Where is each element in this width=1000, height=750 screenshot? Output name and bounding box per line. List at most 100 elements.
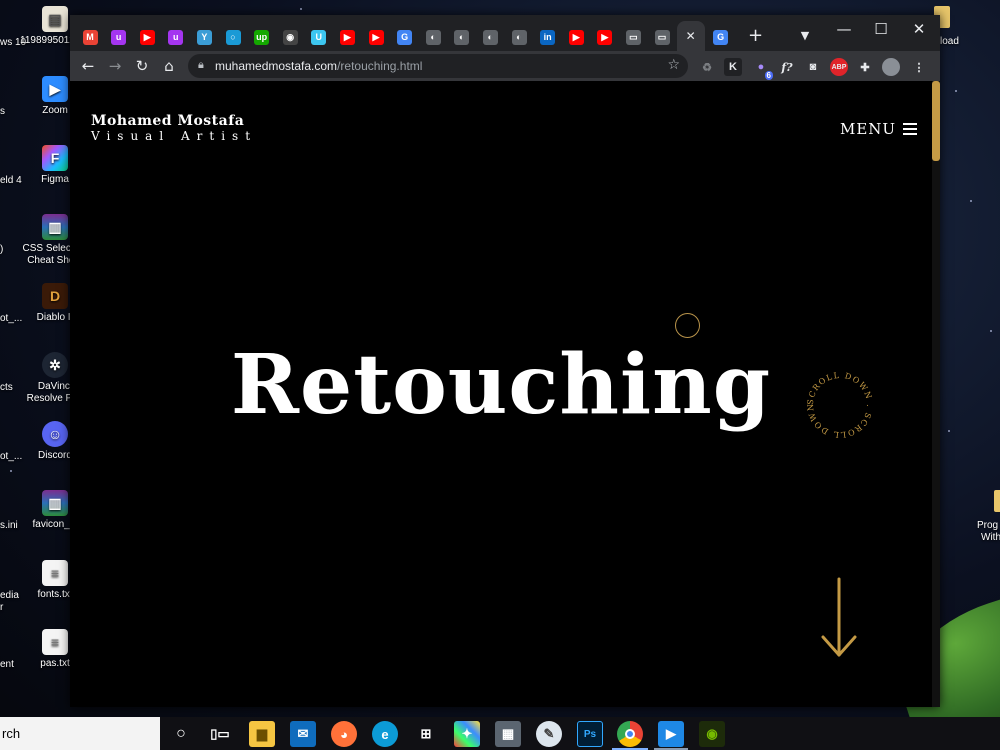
davinci-icon: ✲ bbox=[42, 352, 68, 378]
figma-icon: F bbox=[42, 145, 68, 171]
browser-toolbar: ← → ↻ ⌂ 🔒︎ muhamedmostafa.com/retouching… bbox=[70, 51, 940, 81]
bookmark-star-icon[interactable]: ☆ bbox=[667, 57, 680, 73]
extension-badge-count: 6 bbox=[764, 71, 773, 80]
reload-button[interactable]: ↻ bbox=[131, 55, 153, 77]
desktop-partial-folder-icon[interactable] bbox=[994, 490, 1000, 512]
extension-function-icon[interactable]: f? bbox=[778, 58, 796, 76]
globe-icon: ◐ bbox=[511, 29, 527, 45]
chrome-icon[interactable] bbox=[617, 721, 643, 747]
paint-icon[interactable]: ✎ bbox=[536, 721, 562, 747]
scroll-down-badge[interactable]: SCROLL DOWN . SCROLL DOWN . bbox=[802, 367, 878, 443]
extension-k-icon[interactable]: K bbox=[724, 58, 742, 76]
zoom-icon: ▶ bbox=[42, 76, 68, 102]
file-explorer-icon[interactable]: ▆ bbox=[249, 721, 275, 747]
page-scrollbar[interactable] bbox=[932, 81, 940, 707]
browser-tab[interactable]: ◐ bbox=[448, 25, 476, 49]
cortana-icon[interactable]: ○ bbox=[168, 721, 194, 747]
bookmark-icon: Y bbox=[196, 29, 212, 45]
site-logo-tagline: Visual Artist bbox=[91, 129, 258, 143]
diablo-icon: D bbox=[42, 283, 68, 309]
browser-tab[interactable]: ○ bbox=[219, 25, 247, 49]
extension-camera-icon[interactable]: ◙ bbox=[804, 58, 822, 76]
desktop-partial-label: s.ini bbox=[0, 520, 18, 531]
google-icon: G bbox=[397, 29, 413, 45]
svg-text:SCROLL DOWN . SCROLL DOWN .: SCROLL DOWN . SCROLL DOWN . bbox=[802, 367, 874, 439]
browser-tab[interactable]: M bbox=[76, 25, 104, 49]
browser-tab[interactable]: U bbox=[305, 25, 333, 49]
gmail-icon: M bbox=[82, 29, 98, 45]
adblock-icon[interactable]: ABP bbox=[830, 58, 848, 76]
globe-icon: ◐ bbox=[482, 29, 498, 45]
desktop-partial-label: edia bbox=[0, 590, 19, 601]
browser-tab[interactable]: ▶ bbox=[562, 25, 590, 49]
close-window-button[interactable]: ✕ bbox=[900, 15, 938, 43]
desktop-partial-label: Prog bbox=[977, 520, 999, 531]
youtube-icon: ▶ bbox=[339, 29, 355, 45]
scroll-badge-text: SCROLL DOWN . SCROLL DOWN . bbox=[802, 367, 873, 439]
mail-icon[interactable]: ✉ bbox=[290, 721, 316, 747]
browser-tab[interactable]: ▭ bbox=[648, 25, 676, 49]
address-bar[interactable]: 🔒︎ muhamedmostafa.com/retouching.html ☆ bbox=[188, 54, 688, 78]
taskbar-search[interactable]: rch bbox=[0, 717, 160, 750]
minimize-button[interactable]: — bbox=[825, 15, 863, 43]
discord-icon: ☺ bbox=[42, 421, 68, 447]
desktop-partial-label: ot_... bbox=[0, 451, 23, 462]
desktop-partial-label: With bbox=[981, 532, 1000, 543]
home-button[interactable]: ⌂ bbox=[158, 55, 180, 77]
browser-tab[interactable]: u bbox=[162, 25, 190, 49]
github-icon: ◉ bbox=[282, 29, 298, 45]
browser-tab[interactable]: in bbox=[534, 25, 562, 49]
browser-tab[interactable]: ◐ bbox=[476, 25, 504, 49]
arrow-down-icon[interactable] bbox=[818, 575, 860, 661]
desktop-partial-label: cts bbox=[0, 382, 13, 393]
edge-icon[interactable]: e bbox=[372, 721, 398, 747]
firefox-icon[interactable]: ◕ bbox=[331, 721, 357, 747]
url-text: muhamedmostafa.com/retouching.html bbox=[215, 59, 422, 73]
browser-tab[interactable]: ◐ bbox=[419, 25, 447, 49]
game-icon[interactable]: ✦ bbox=[454, 721, 480, 747]
desktop-partial-label: ) bbox=[0, 244, 4, 255]
photoshop-icon[interactable]: Ps bbox=[577, 721, 603, 747]
browser-tab[interactable]: G bbox=[391, 25, 419, 49]
browser-tab[interactable]: ◉ bbox=[276, 25, 304, 49]
site-logo-name[interactable]: Mohamed Mostafa bbox=[91, 113, 244, 129]
media-icon[interactable]: ▶ bbox=[658, 721, 684, 747]
extension-badge-icon[interactable]: ● 6 bbox=[752, 58, 773, 80]
browser-tab[interactable]: up bbox=[248, 25, 276, 49]
active-tab[interactable]: ✕ bbox=[676, 21, 705, 51]
custom-cursor-ring bbox=[675, 313, 700, 338]
browser-tab[interactable]: ▶ bbox=[362, 25, 390, 49]
browser-tab[interactable]: ◐ bbox=[505, 25, 533, 49]
browser-tab[interactable]: u bbox=[105, 25, 133, 49]
store-icon[interactable]: ⊞ bbox=[413, 721, 439, 747]
task-view-icon[interactable]: ▯▭ bbox=[207, 721, 233, 747]
new-tab-button[interactable]: + bbox=[737, 21, 775, 49]
browser-tab[interactable]: ▶ bbox=[333, 25, 361, 49]
close-tab-icon[interactable]: ✕ bbox=[686, 29, 696, 43]
browser-tab[interactable]: Y bbox=[190, 25, 218, 49]
browser-tab[interactable]: ▶ bbox=[591, 25, 619, 49]
extension-recycle-icon[interactable]: ♻ bbox=[698, 58, 716, 76]
extensions-puzzle-icon[interactable]: ✚ bbox=[856, 58, 874, 76]
browser-tab[interactable]: G bbox=[707, 25, 735, 49]
tab-strip: — ☐ ✕ Mu ▶ u Y ○ up ◉ U ▶ ▶ G ◐ ◐ ◐ ◐ in ▶ ▶ ▭ ▭ ✕ G + ▼ bbox=[70, 15, 940, 51]
archive-icon: ▥ bbox=[42, 214, 68, 240]
desktop-partial-label: ent bbox=[0, 659, 14, 670]
globe-icon: ◐ bbox=[425, 29, 441, 45]
menu-button[interactable]: MENU bbox=[840, 120, 918, 138]
desktop-partial-label: ot_... bbox=[0, 313, 23, 324]
google-icon: G bbox=[713, 29, 729, 45]
profile-avatar[interactable] bbox=[882, 58, 900, 76]
page-viewport: Mohamed Mostafa Visual Artist MENU Retou… bbox=[70, 81, 932, 707]
nvidia-icon[interactable]: ◉ bbox=[699, 721, 725, 747]
browser-menu-icon[interactable]: ⋮ bbox=[910, 58, 928, 76]
scrollbar-thumb[interactable] bbox=[932, 81, 940, 161]
browser-tab[interactable]: ▶ bbox=[133, 25, 161, 49]
maximize-button[interactable]: ☐ bbox=[862, 15, 900, 43]
tab-search-icon[interactable]: ▼ bbox=[786, 21, 824, 49]
calculator-icon[interactable]: ▦ bbox=[495, 721, 521, 747]
browser-tab[interactable]: ▭ bbox=[619, 25, 647, 49]
desktop-partial-label: s bbox=[0, 106, 5, 117]
back-button[interactable]: ← bbox=[77, 55, 99, 77]
forward-button[interactable]: → bbox=[104, 55, 126, 77]
